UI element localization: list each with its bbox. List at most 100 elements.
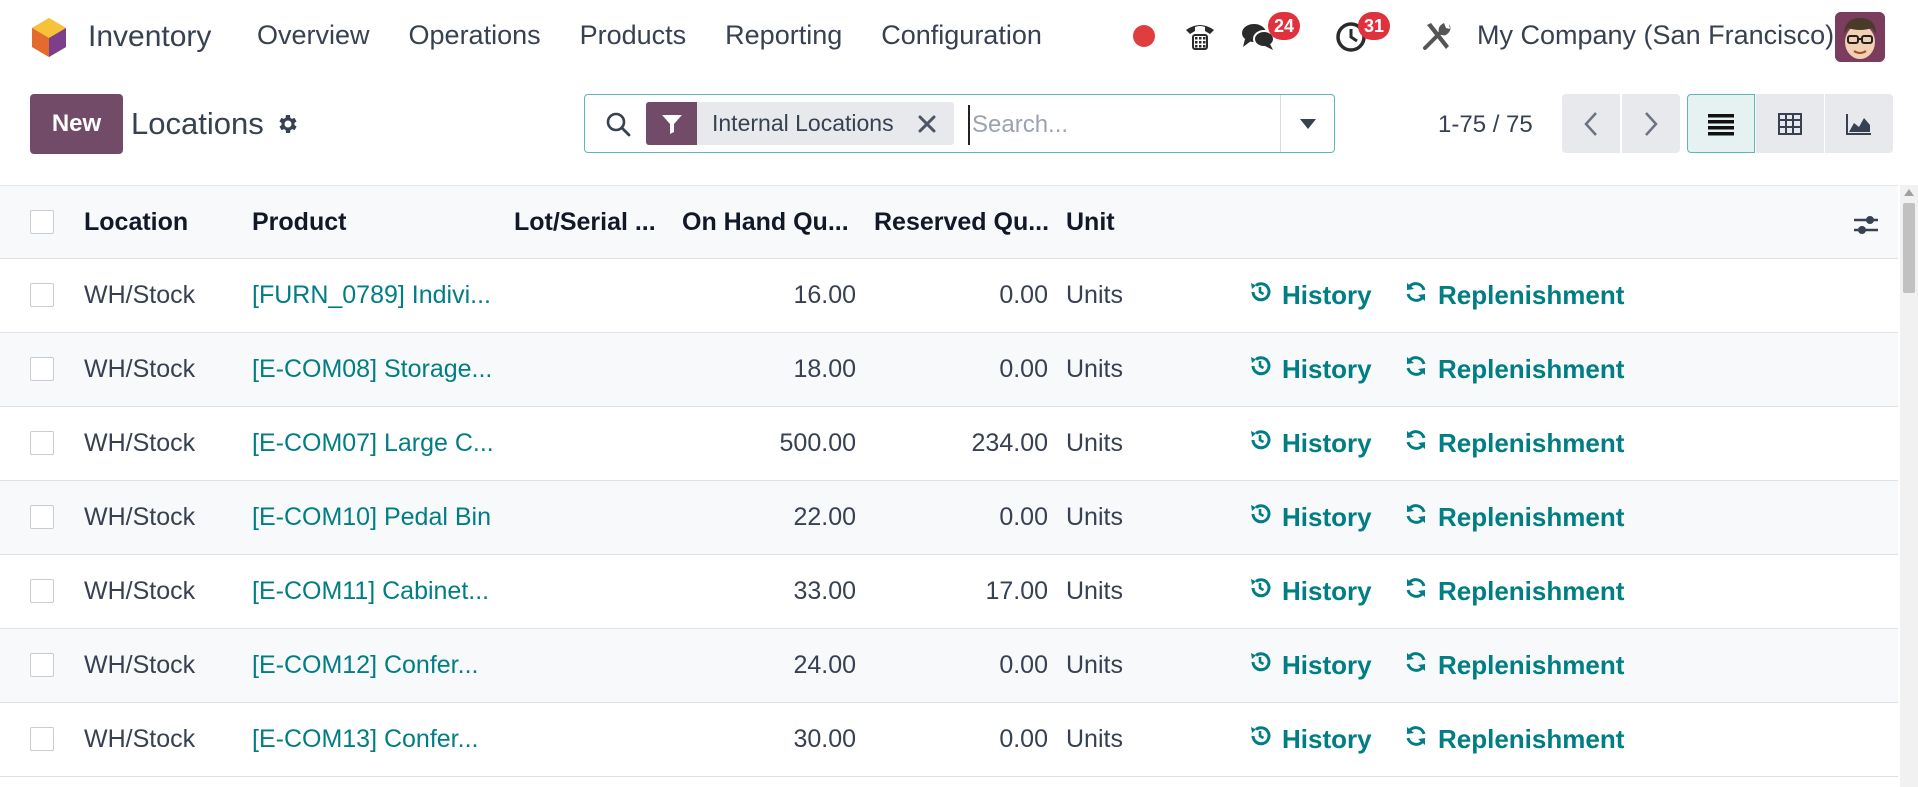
search-options-toggle[interactable]	[1280, 95, 1334, 152]
cell-reserved-quantity: 234.00	[971, 429, 1048, 457]
table-row[interactable]: WH/Stock [E-COM08] Storage... 18.00 0.00 Uni…	[0, 333, 1898, 407]
vertical-scrollbar[interactable]	[1900, 185, 1918, 787]
replenishment-button[interactable]: Replenishment	[1404, 354, 1624, 385]
cell-on-hand-quantity: 30.00	[793, 725, 856, 753]
replenishment-button[interactable]: Replenishment	[1404, 724, 1624, 755]
history-icon	[1248, 502, 1282, 533]
cell-product[interactable]: [E-COM07] Large C...	[252, 429, 494, 458]
company-switcher[interactable]: My Company (San Francisco)	[1477, 20, 1834, 51]
history-button[interactable]: History	[1248, 576, 1372, 607]
scroll-up-arrow-icon[interactable]	[1904, 189, 1914, 196]
history-icon	[1248, 354, 1282, 385]
menu-item-reporting[interactable]: Reporting	[725, 20, 842, 51]
chevron-left-icon	[1584, 111, 1597, 136]
column-unit[interactable]: Unit	[1066, 208, 1115, 237]
list-view-button[interactable]	[1687, 94, 1755, 153]
optional-columns-icon[interactable]	[1851, 210, 1881, 240]
cell-on-hand-quantity: 22.00	[793, 503, 856, 531]
select-all-checkbox[interactable]	[30, 210, 54, 234]
column-lot-serial[interactable]: Lot/Serial ...	[514, 208, 656, 237]
cell-product[interactable]: [FURN_0789] Indivi...	[252, 281, 491, 310]
row-checkbox[interactable]	[30, 357, 54, 381]
user-avatar-icon	[1835, 12, 1885, 62]
table-row[interactable]: WH/Stock [E-COM11] Cabinet... 33.00 17.00 Un…	[0, 555, 1898, 629]
area-chart-icon	[1846, 113, 1871, 135]
graph-view-button[interactable]	[1825, 94, 1893, 153]
row-checkbox[interactable]	[30, 653, 54, 677]
user-avatar[interactable]	[1835, 12, 1885, 62]
cell-reserved-quantity: 0.00	[999, 503, 1048, 531]
page-title: Locations	[131, 106, 264, 141]
refresh-icon	[1404, 502, 1438, 533]
history-label: History	[1282, 724, 1372, 754]
table-row[interactable]: WH/Stock [FURN_0789] Indivi... 16.00 0.00 Un…	[0, 259, 1898, 333]
menu-item-products[interactable]: Products	[580, 20, 687, 51]
cell-unit: Units	[1066, 651, 1123, 679]
replenishment-button[interactable]: Replenishment	[1404, 428, 1624, 459]
row-checkbox[interactable]	[30, 727, 54, 751]
column-product[interactable]: Product	[252, 208, 346, 237]
record-indicator-icon[interactable]	[1133, 25, 1155, 47]
menu-item-overview[interactable]: Overview	[257, 20, 370, 51]
column-reserved-quantity[interactable]: Reserved Qu...	[874, 208, 1049, 237]
replenishment-button[interactable]: Replenishment	[1404, 650, 1624, 681]
search-icon[interactable]	[605, 111, 631, 137]
activities-badge: 31	[1358, 12, 1391, 40]
table-row[interactable]: WH/Stock [E-COM10] Pedal Bin 22.00 0.00 Unit…	[0, 481, 1898, 555]
messages-badge: 24	[1268, 12, 1301, 40]
row-checkbox[interactable]	[30, 431, 54, 455]
search-input[interactable]	[968, 105, 1274, 145]
cell-location: WH/Stock	[84, 651, 196, 679]
table-row[interactable]: WH/Stock [E-COM13] Confer... 30.00 0.00 Unit…	[0, 703, 1898, 777]
cell-on-hand-quantity: 24.00	[793, 651, 856, 679]
cell-product[interactable]: [E-COM11] Cabinet...	[252, 577, 489, 606]
pager-value[interactable]: 1-75 / 75	[1438, 111, 1533, 139]
cell-location: WH/Stock	[84, 429, 196, 457]
filter-facet-label: Internal Locations	[712, 110, 894, 136]
cell-reserved-quantity: 17.00	[985, 577, 1048, 605]
cell-product[interactable]: [E-COM13] Confer...	[252, 725, 478, 754]
cell-product[interactable]: [E-COM08] Storage...	[252, 355, 492, 384]
cell-location: WH/Stock	[84, 577, 196, 605]
replenishment-button[interactable]: Replenishment	[1404, 502, 1624, 533]
replenishment-button[interactable]: Replenishment	[1404, 576, 1624, 607]
list-view-icon	[1708, 113, 1734, 135]
table-row[interactable]: WH/Stock [E-COM12] Confer... 24.00 0.00 Unit…	[0, 629, 1898, 703]
history-button[interactable]: History	[1248, 724, 1372, 755]
phone-icon[interactable]	[1182, 18, 1218, 54]
cell-on-hand-quantity: 500.00	[779, 429, 856, 457]
menu-item-operations[interactable]: Operations	[409, 20, 541, 51]
history-button[interactable]: History	[1248, 354, 1372, 385]
tools-icon[interactable]	[1419, 18, 1455, 54]
menu-item-configuration[interactable]: Configuration	[881, 20, 1042, 51]
history-button[interactable]: History	[1248, 650, 1372, 681]
cell-product[interactable]: [E-COM12] Confer...	[252, 651, 478, 680]
cell-unit: Units	[1066, 577, 1123, 605]
row-checkbox[interactable]	[30, 283, 54, 307]
row-checkbox[interactable]	[30, 505, 54, 529]
cell-on-hand-quantity: 33.00	[793, 577, 856, 605]
top-menu: Overview Operations Products Reporting C…	[257, 20, 1081, 51]
gear-icon[interactable]	[275, 112, 299, 136]
pager-next-button[interactable]	[1622, 94, 1680, 153]
pivot-view-button[interactable]	[1756, 94, 1824, 153]
cell-unit: Units	[1066, 725, 1123, 753]
column-on-hand-quantity[interactable]: On Hand Qu...	[682, 208, 849, 237]
app-name[interactable]: Inventory	[88, 20, 211, 54]
history-button[interactable]: History	[1248, 502, 1372, 533]
new-button[interactable]: New	[30, 94, 123, 154]
replenishment-button[interactable]: Replenishment	[1404, 280, 1624, 311]
cell-reserved-quantity: 0.00	[999, 281, 1048, 309]
history-button[interactable]: History	[1248, 428, 1372, 459]
inventory-app-icon[interactable]	[29, 17, 69, 57]
remove-filter-icon[interactable]	[912, 109, 942, 139]
scrollbar-thumb[interactable]	[1903, 203, 1915, 293]
history-label: History	[1282, 576, 1372, 606]
pager-previous-button[interactable]	[1562, 94, 1620, 153]
row-checkbox[interactable]	[30, 579, 54, 603]
cell-product[interactable]: [E-COM10] Pedal Bin	[252, 503, 491, 532]
table-row[interactable]: WH/Stock [E-COM07] Large C... 500.00 234.00…	[0, 407, 1898, 481]
refresh-icon	[1404, 650, 1438, 681]
history-button[interactable]: History	[1248, 280, 1372, 311]
column-location[interactable]: Location	[84, 208, 188, 237]
